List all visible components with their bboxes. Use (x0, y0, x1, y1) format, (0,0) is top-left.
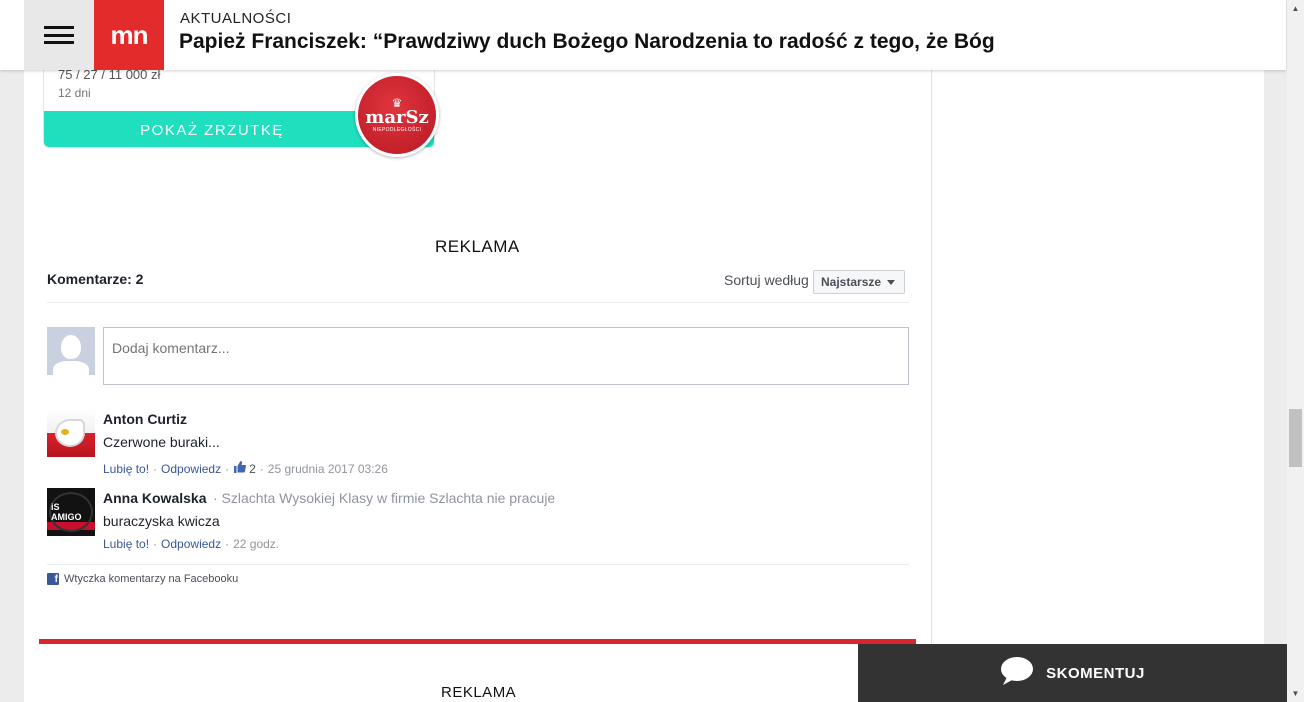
like-comment-link[interactable]: Lubię to! (103, 462, 149, 476)
zrzutka-days-left: 12 dni (58, 86, 91, 100)
thumbs-up-icon (233, 461, 247, 476)
like-comment-link[interactable]: Lubię to! (103, 537, 149, 551)
sort-select[interactable]: Najstarsze (813, 270, 905, 294)
header-category[interactable]: AKTUALNOŚCI (180, 10, 291, 27)
zrzutka-organizer-avatar[interactable]: ♛ marSz NIEPODLEGŁOŚCI (355, 73, 439, 157)
avatar-logo-text: marSz (365, 107, 429, 128)
vertical-scrollbar[interactable]: ▲ ▼ (1287, 0, 1304, 702)
divider (47, 564, 909, 565)
avatar-logo-subtext: NIEPODLEGŁOŚCI (372, 127, 422, 133)
comment-timestamp[interactable]: 25 grudnia 2017 03:26 (268, 462, 388, 476)
skomentuj-label: SKOMENTUJ (1046, 664, 1145, 682)
reply-comment-link[interactable]: Odpowiedz (161, 537, 221, 551)
user-silhouette-icon (61, 335, 81, 359)
sidebar-divider (931, 70, 932, 702)
skomentuj-button[interactable]: SKOMENTUJ (858, 644, 1287, 702)
top-header-bar: mn AKTUALNOŚCI Papież Franciszek: “Prawd… (0, 0, 1286, 70)
header-article-title: Papież Franciszek: “Prawdziwy duch Bożeg… (179, 30, 995, 53)
facebook-plugin-label: Wtyczka komentarzy na Facebooku (64, 573, 239, 585)
sort-select-value: Najstarsze (821, 275, 882, 289)
comment-text: buraczyska kwicza (103, 513, 220, 529)
sort-label: Sortuj według (724, 272, 809, 288)
scroll-down-arrow-icon[interactable]: ▼ (1287, 685, 1304, 702)
comment-actions: Lubię to! · Odpowiedz · 2 · 25 grudnia 2… (103, 461, 388, 476)
facebook-plugin-link[interactable]: f Wtyczka komentarzy na Facebooku (47, 573, 238, 585)
add-comment-input[interactable] (103, 327, 909, 385)
ad-label: REKLAMA (435, 237, 520, 256)
site-logo[interactable]: mn (94, 0, 164, 70)
facebook-icon: f (47, 573, 59, 585)
scrollbar-thumb[interactable] (1289, 409, 1302, 467)
avatar-logo: iS AMIGO (49, 492, 93, 532)
scroll-up-arrow-icon[interactable]: ▲ (1287, 0, 1304, 17)
chevron-down-icon (887, 279, 896, 285)
comments-count: Komentarze: 2 (47, 271, 144, 287)
comment-author-avatar[interactable] (47, 409, 95, 457)
comment-author-name[interactable]: Anna Kowalska (103, 490, 206, 506)
current-user-avatar (47, 327, 95, 375)
eagle-icon (55, 419, 85, 447)
menu-button[interactable] (24, 0, 94, 70)
comment-author-avatar[interactable]: iS AMIGO (47, 488, 95, 536)
comment-timestamp[interactable]: 22 godz. (233, 537, 279, 551)
comment-text: Czerwone buraki... (103, 434, 220, 450)
reply-comment-link[interactable]: Odpowiedz (161, 462, 221, 476)
comment-author-meta: · Szlachta Wysokiej Klasy w firmie Szlac… (213, 490, 556, 506)
hamburger-icon (44, 26, 74, 44)
section-divider-bar (39, 639, 916, 644)
comment-like-count: 2 (249, 461, 256, 476)
comment-author-name[interactable]: Anton Curtiz (103, 411, 187, 427)
ad-label: REKLAMA (441, 684, 517, 701)
divider (47, 302, 909, 303)
speech-bubble-icon (1000, 656, 1034, 690)
comment-actions: Lubię to! · Odpowiedz · 22 godz. (103, 537, 280, 551)
